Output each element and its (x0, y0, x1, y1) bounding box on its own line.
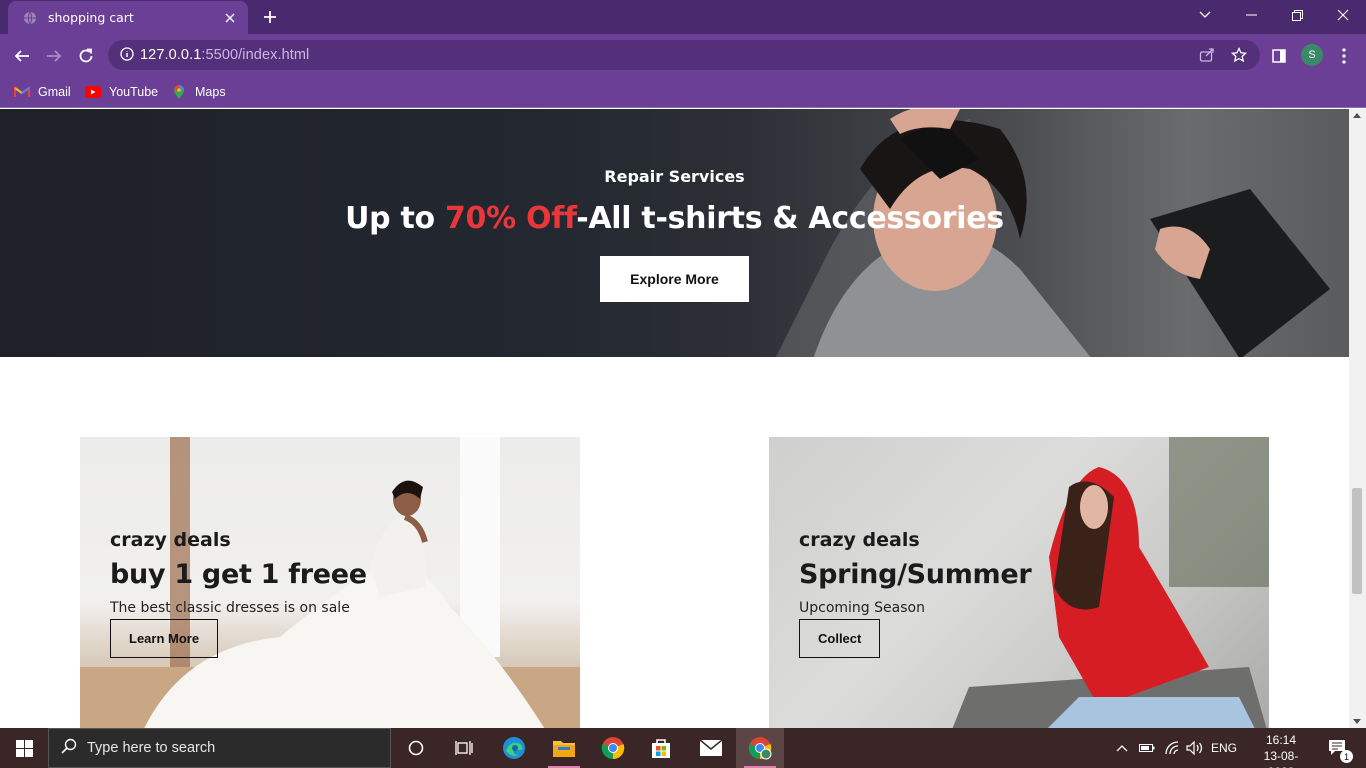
bookmark-youtube[interactable]: YouTube (85, 82, 158, 102)
notification-count-badge: 1 (1340, 750, 1353, 763)
browser-tab-strip: shopping cart (0, 0, 1366, 34)
scroll-up-arrow-icon[interactable] (1353, 113, 1361, 118)
deal-description: The best classic dresses is on sale (110, 600, 350, 616)
url-host: 127.0.0.1 (140, 47, 202, 63)
deal-description: Upcoming Season (799, 600, 925, 616)
maps-icon (171, 84, 187, 100)
headline-accent: 70% Off (444, 201, 577, 236)
volume-icon[interactable] (1185, 728, 1205, 768)
tab-title: shopping cart (48, 10, 134, 25)
clock-time: 16:14 (1265, 733, 1297, 747)
bookmark-gmail[interactable]: Gmail (14, 82, 71, 102)
bookmark-maps[interactable]: Maps (171, 82, 226, 102)
close-window-button[interactable] (1320, 0, 1366, 30)
globe-icon (22, 10, 38, 26)
scroll-down-arrow-icon[interactable] (1353, 719, 1361, 724)
reload-button[interactable] (72, 42, 100, 70)
browser-toolbar: 127.0.0.1:5500/index.html S (0, 34, 1366, 76)
input-language-indicator[interactable]: ENG (1207, 728, 1241, 768)
cortana-icon[interactable] (392, 728, 440, 768)
site-info-icon[interactable] (120, 46, 134, 65)
mail-icon[interactable] (687, 728, 735, 768)
chrome-profile-window-icon[interactable] (736, 728, 784, 768)
show-hidden-icons-chevron-icon[interactable] (1113, 728, 1131, 768)
close-tab-icon[interactable] (222, 10, 238, 26)
wifi-icon[interactable] (1162, 728, 1182, 768)
scrollbar-thumb[interactable] (1352, 488, 1362, 594)
tab-search-icon[interactable] (1182, 0, 1228, 30)
deal-title: buy 1 get 1 freee (110, 559, 367, 590)
url-text: 127.0.0.1:5500/index.html (140, 47, 309, 63)
collect-button[interactable]: Collect (799, 619, 881, 658)
microsoft-store-icon[interactable] (637, 728, 685, 768)
explore-more-button[interactable]: Explore More (600, 256, 749, 302)
learn-more-button[interactable]: Learn More (110, 619, 219, 658)
banner-headline: Up to 70% Off-All t-shirts & Accessories (0, 201, 1349, 236)
deal-tag: crazy deals (799, 529, 920, 551)
side-panel-icon[interactable] (1265, 42, 1293, 70)
page-scrollbar[interactable] (1349, 109, 1366, 728)
deal-card-dresses: crazy deals buy 1 get 1 freee The best c… (80, 437, 580, 728)
youtube-icon (85, 84, 101, 100)
restore-button[interactable] (1274, 0, 1320, 30)
bookmark-label: Gmail (38, 85, 71, 99)
battery-icon[interactable] (1137, 728, 1157, 768)
address-bar[interactable]: 127.0.0.1:5500/index.html (108, 40, 1260, 70)
bookmarks-bar: Gmail YouTube Maps (0, 76, 1366, 108)
windows-start-button[interactable] (0, 728, 48, 768)
taskbar-search-box[interactable]: Type here to search (48, 728, 391, 768)
file-explorer-icon[interactable] (540, 728, 588, 768)
promo-banner: Repair Services Up to 70% Off-All t-shir… (0, 109, 1349, 357)
system-clock[interactable]: 16:14 13-08-2023 (1253, 732, 1309, 768)
search-icon (61, 738, 77, 758)
gmail-icon (14, 84, 30, 100)
deal-title: Spring/Summer (799, 559, 1032, 590)
headline-prefix: Up to (345, 201, 445, 236)
new-tab-button[interactable] (258, 6, 282, 28)
bookmark-label: YouTube (109, 85, 159, 99)
search-placeholder: Type here to search (87, 740, 216, 756)
chrome-icon[interactable] (589, 728, 637, 768)
deal-card-spring-summer: crazy deals Spring/Summer Upcoming Seaso… (769, 437, 1269, 728)
back-button[interactable] (8, 42, 36, 70)
banner-subtitle: Repair Services (604, 167, 745, 186)
bookmark-star-icon[interactable] (1229, 45, 1249, 65)
browser-tab[interactable]: shopping cart (8, 1, 248, 34)
page-viewport: Repair Services Up to 70% Off-All t-shir… (0, 109, 1349, 728)
headline-suffix: -All t-shirts & Accessories (576, 201, 1004, 236)
clock-date: 13-08-2023 (1263, 749, 1299, 768)
windows-taskbar: Type here to search ENG 16:14 13-08-2023 (0, 728, 1366, 768)
share-icon[interactable] (1197, 45, 1217, 65)
notifications-icon[interactable]: 1 (1318, 728, 1358, 768)
minimize-button[interactable] (1228, 0, 1274, 30)
task-view-icon[interactable] (440, 728, 488, 768)
menu-kebab-icon[interactable] (1330, 42, 1358, 70)
edge-browser-icon[interactable] (490, 728, 538, 768)
forward-button[interactable] (40, 42, 68, 70)
profile-avatar[interactable]: S (1301, 44, 1323, 66)
bookmark-label: Maps (195, 85, 226, 99)
url-path: :5500/index.html (201, 47, 310, 63)
deal-tag: crazy deals (110, 529, 231, 551)
